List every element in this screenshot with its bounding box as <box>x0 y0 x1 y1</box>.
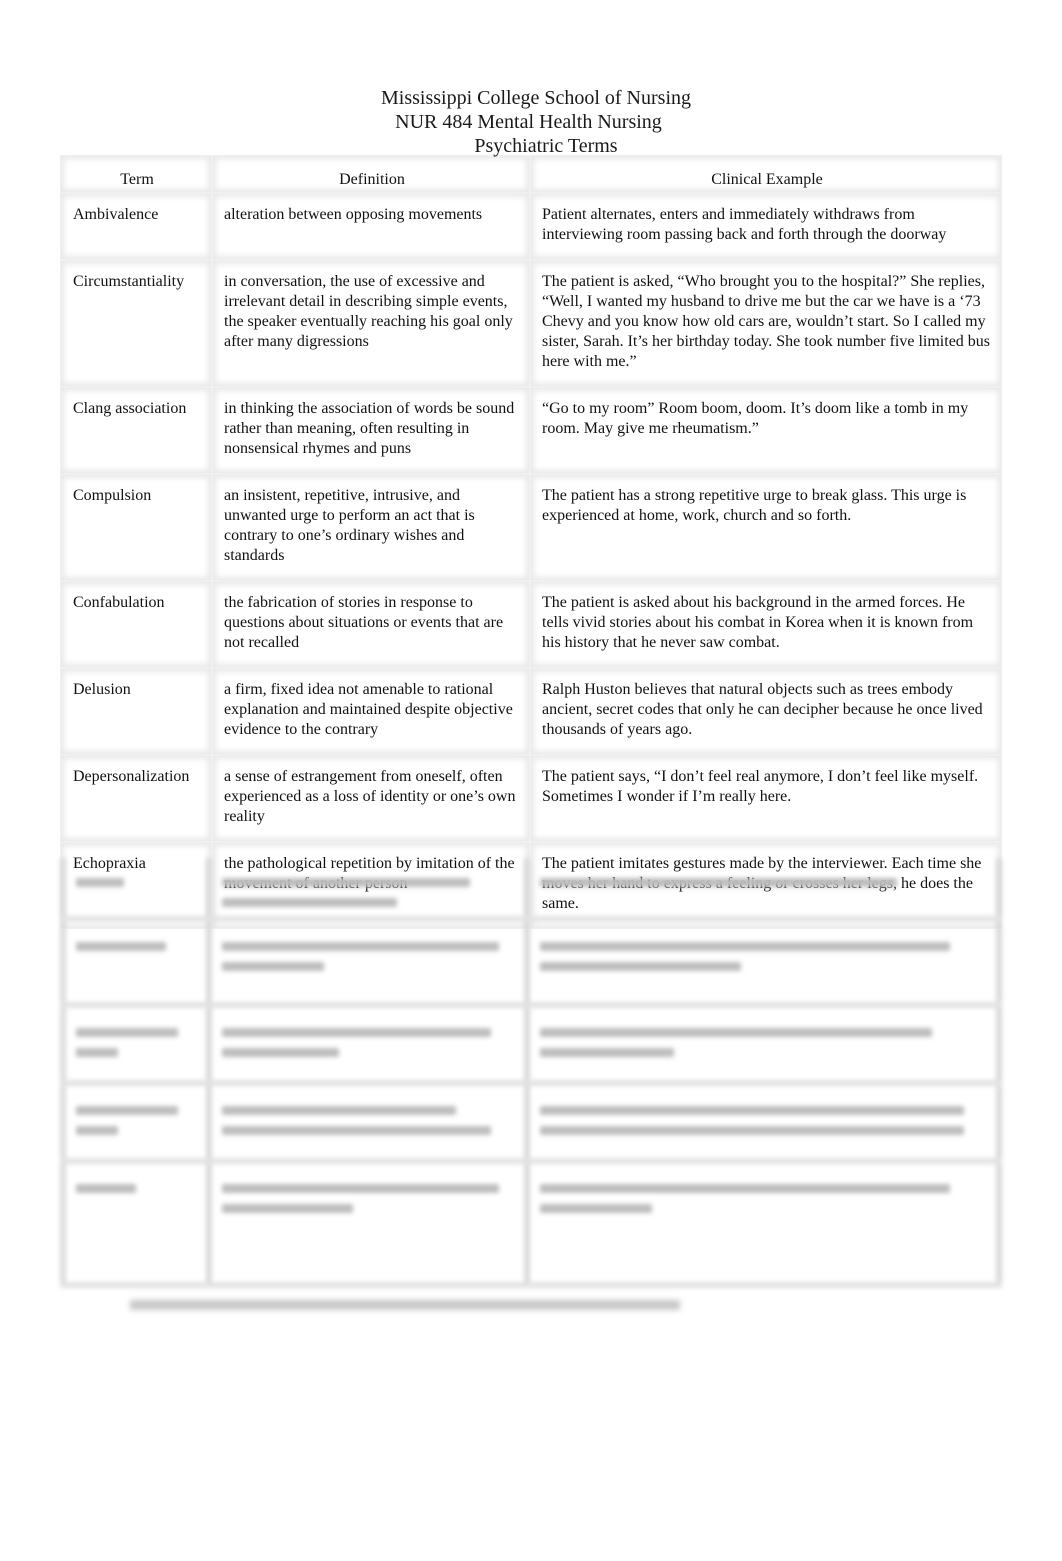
blurred-row <box>60 1086 1002 1164</box>
definition-cell: the fabrication of stories in response t… <box>212 581 530 668</box>
example-cell: Ralph Huston believes that natural objec… <box>530 668 1002 755</box>
blurred-footer-text <box>130 1300 680 1310</box>
table-row: Clang association in thinking the associ… <box>60 387 1002 474</box>
definition-cell: in conversation, the use of excessive an… <box>212 260 530 387</box>
terms-table: Term Definition Clinical Example Ambival… <box>60 155 1002 929</box>
blurred-row <box>60 858 1002 922</box>
table-row: Delusion a firm, fixed idea not amenable… <box>60 668 1002 755</box>
term-cell: Delusion <box>60 668 212 755</box>
table-row: Depersonalization a sense of estrangemen… <box>60 755 1002 842</box>
definition-cell: an insistent, repetitive, intrusive, and… <box>212 474 530 581</box>
term-cell: Ambivalence <box>60 193 212 260</box>
table-row: Ambivalence alteration between opposing … <box>60 193 1002 260</box>
example-cell: The patient has a strong repetitive urge… <box>530 474 1002 581</box>
term-cell: Compulsion <box>60 474 212 581</box>
column-header-clinical-example: Clinical Example <box>530 155 1002 193</box>
example-cell: Patient alternates, enters and immediate… <box>530 193 1002 260</box>
institution-name: Mississippi College School of Nursing <box>380 87 691 109</box>
blurred-preview-rows <box>60 858 1002 1288</box>
definition-cell: a sense of estrangement from oneself, of… <box>212 755 530 842</box>
example-cell: “Go to my room” Room boom, doom. It’s do… <box>530 387 1002 474</box>
example-cell: The patient is asked, “Who brought you t… <box>530 260 1002 387</box>
blurred-row <box>60 1008 1002 1086</box>
definition-cell: in thinking the association of words be … <box>212 387 530 474</box>
column-header-definition: Definition <box>212 155 530 193</box>
table-row: Confabulation the fabrication of stories… <box>60 581 1002 668</box>
table-header-row: Term Definition Clinical Example <box>60 155 1002 193</box>
example-cell: The patient is asked about his backgroun… <box>530 581 1002 668</box>
definition-cell: alteration between opposing movements <box>212 193 530 260</box>
table-row: Circumstantiality in conversation, the u… <box>60 260 1002 387</box>
column-header-term: Term <box>60 155 212 193</box>
course-title: NUR 484 Mental Health Nursing <box>395 111 662 133</box>
example-cell: The patient says, “I don’t feel real any… <box>530 755 1002 842</box>
term-cell: Depersonalization <box>60 755 212 842</box>
terms-table-container: Term Definition Clinical Example Ambival… <box>60 155 1002 929</box>
term-cell: Circumstantiality <box>60 260 212 387</box>
definition-cell: a firm, fixed idea not amenable to ratio… <box>212 668 530 755</box>
term-cell: Confabulation <box>60 581 212 668</box>
document-header: Mississippi College School of Nursing NU… <box>0 86 1062 158</box>
blurred-row <box>60 1164 1002 1288</box>
term-cell: Clang association <box>60 387 212 474</box>
table-row: Compulsion an insistent, repetitive, int… <box>60 474 1002 581</box>
blurred-row <box>60 922 1002 1008</box>
